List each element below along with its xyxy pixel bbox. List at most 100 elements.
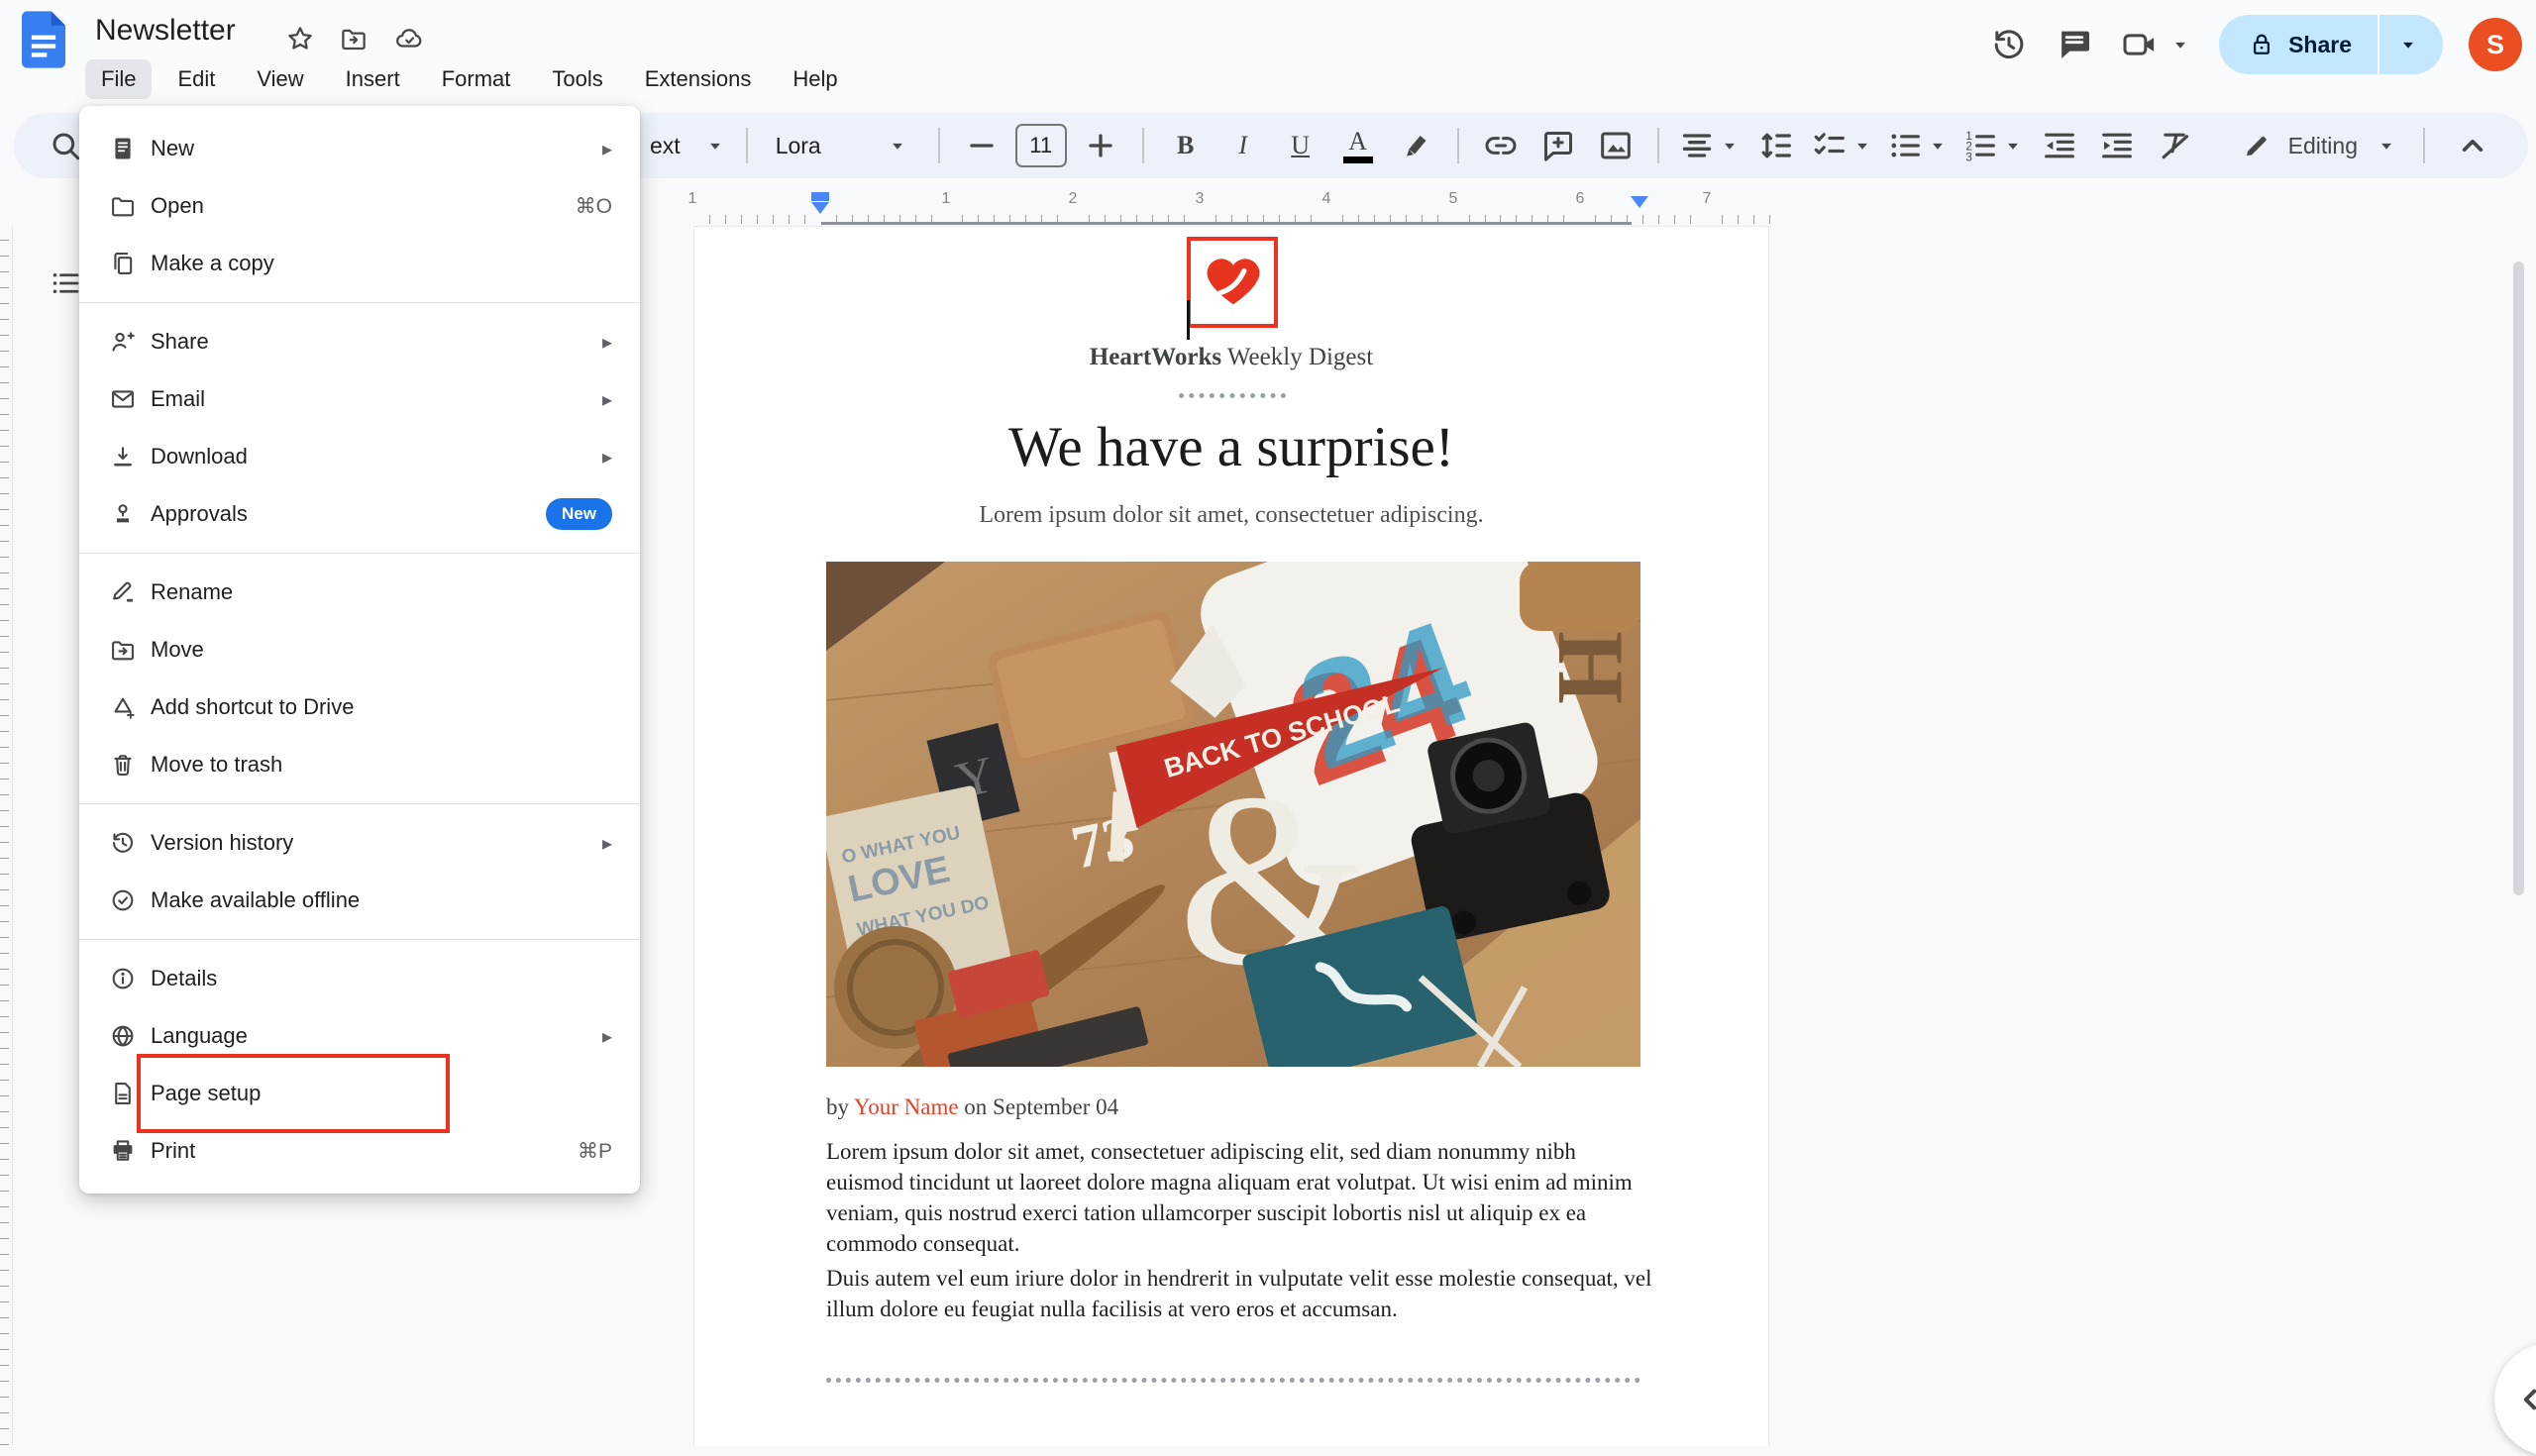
text-color-icon: A [1343,129,1373,163]
toolbar-divider [1142,128,1144,163]
document-page[interactable]: HeartWorks Weekly Digest We have a surpr… [693,226,1769,1446]
menu-file[interactable]: File [85,59,152,99]
underline-button[interactable]: U [1277,122,1324,169]
menu-help[interactable]: Help [777,59,853,99]
right-indent-marker[interactable] [1631,196,1648,208]
font-size-input[interactable]: 11 [1015,124,1067,167]
menu-item-label: Download [151,444,248,469]
offline-check-icon [109,886,137,914]
brand-rest: Weekly Digest [1221,344,1373,370]
ruler-number: 7 [1703,190,1712,208]
menu-item-open[interactable]: Open ⌘O [79,177,640,235]
insert-link-button[interactable] [1477,122,1525,169]
new-badge: New [546,498,612,530]
svg-text:H: H [1538,631,1640,704]
underline-icon: U [1291,131,1310,160]
folder-icon [109,192,137,220]
email-icon [109,385,137,413]
google-docs-logo-icon[interactable] [22,10,65,69]
numbered-list-dropdown[interactable]: 1 2 3 [1960,122,2026,169]
avatar[interactable]: S [2469,18,2522,71]
menu-edit[interactable]: Edit [161,59,231,99]
menu-item-make-a-copy[interactable]: Make a copy [79,235,640,292]
menu-format[interactable]: Format [426,59,527,99]
share-button-main[interactable]: Share [2219,15,2378,74]
share-dropdown[interactable] [2379,15,2443,74]
show-side-panel-button[interactable] [2494,1343,2536,1456]
chevron-down-icon [1925,133,1951,158]
italic-button[interactable]: I [1219,122,1267,169]
menu-item-rename[interactable]: Rename [79,564,640,621]
byline-prefix: by [826,1094,854,1119]
align-dropdown[interactable] [1677,122,1743,169]
menu-item-make-available-offline[interactable]: Make available offline [79,872,640,929]
menu-item-version-history[interactable]: Version history ▸ [79,814,640,872]
vertical-scrollbar[interactable] [2513,261,2524,895]
menu-item-label: Version history [151,830,293,856]
topbar-actions: Share S [1989,10,2522,79]
cloud-saved-icon[interactable] [394,24,424,53]
menu-extensions[interactable]: Extensions [629,59,768,99]
menu-item-add-shortcut-to-drive[interactable]: Add shortcut to Drive [79,678,640,736]
drive-add-icon [109,693,137,721]
increase-indent-button[interactable] [2093,122,2141,169]
menu-separator [79,302,640,303]
newsletter-headline[interactable]: We have a surprise! [694,415,1768,479]
menu-item-email[interactable]: Email ▸ [79,370,640,428]
dotted-divider-short [1179,393,1286,398]
plus-icon [1081,126,1120,165]
decrease-indent-button[interactable] [2036,122,2083,169]
video-call-icon[interactable] [2120,25,2160,64]
menu-item-new[interactable]: New ▸ [79,120,640,177]
menu-item-label: Page setup [151,1081,261,1106]
comments-icon[interactable] [2055,25,2094,64]
menu-item-language[interactable]: Language ▸ [79,1007,640,1065]
menu-item-details[interactable]: Details [79,950,640,1007]
body-paragraph-2[interactable]: Duis autem vel eum iriure dolor in hendr… [826,1263,1652,1324]
bulleted-list-dropdown[interactable] [1885,122,1951,169]
document-title[interactable]: Newsletter [95,14,236,48]
globe-icon [109,1022,137,1050]
document-outline-icon[interactable] [48,265,83,301]
menu-item-share[interactable]: Share ▸ [79,313,640,370]
newsletter-brand-line[interactable]: HeartWorks Weekly Digest [694,344,1768,371]
editing-mode-dropdown[interactable]: Editing [2231,122,2409,169]
video-call-caret-icon[interactable] [2167,32,2193,57]
left-indent-marker[interactable] [811,202,829,214]
menu-insert[interactable]: Insert [330,59,416,99]
collapse-toolbar-icon[interactable] [2453,126,2492,165]
byline[interactable]: by Your Name on September 04 [826,1094,1118,1120]
newsletter-photo[interactable]: Y 73 O WHAT YOU LOVE WHAT YOU DO 24 24 B… [826,562,1640,1067]
paragraph-style-dropdown[interactable]: ext [650,122,728,169]
newsletter-subtitle[interactable]: Lorem ipsum dolor sit amet, consectetuer… [694,502,1768,529]
decrease-font-size-button[interactable] [958,122,1005,169]
top-chrome: Newsletter File Edit View Insert Format … [0,0,2536,111]
share-button[interactable]: Share [2219,15,2443,74]
clear-formatting-button[interactable] [2151,122,2198,169]
add-comment-button[interactable] [1534,122,1582,169]
version-history-icon[interactable] [1989,25,2029,64]
menu-separator [79,553,640,554]
highlight-color-button[interactable] [1392,122,1439,169]
menu-item-page-setup[interactable]: Page setup [79,1065,640,1122]
menu-item-label: Share [151,329,209,355]
menu-item-print[interactable]: Print ⌘P [79,1122,640,1180]
newsletter-logo-frame[interactable] [1187,237,1278,328]
star-icon[interactable] [285,24,315,53]
menu-item-approvals[interactable]: Approvals New [79,485,640,543]
menu-item-download[interactable]: Download ▸ [79,428,640,485]
menu-view[interactable]: View [241,59,319,99]
move-folder-icon[interactable] [339,24,369,53]
insert-image-button[interactable] [1592,122,1639,169]
line-spacing-button[interactable] [1752,122,1800,169]
menu-item-move[interactable]: Move [79,621,640,678]
increase-font-size-button[interactable] [1077,122,1124,169]
first-line-indent-marker[interactable] [811,192,829,201]
bold-button[interactable]: B [1162,122,1210,169]
body-paragraph-1[interactable]: Lorem ipsum dolor sit amet, consectetuer… [826,1136,1652,1259]
font-dropdown[interactable]: Lora [766,122,920,169]
text-color-button[interactable]: A [1334,122,1382,169]
menu-tools[interactable]: Tools [536,59,618,99]
checklist-dropdown[interactable] [1810,122,1875,169]
menu-item-move-to-trash[interactable]: Move to trash [79,736,640,793]
